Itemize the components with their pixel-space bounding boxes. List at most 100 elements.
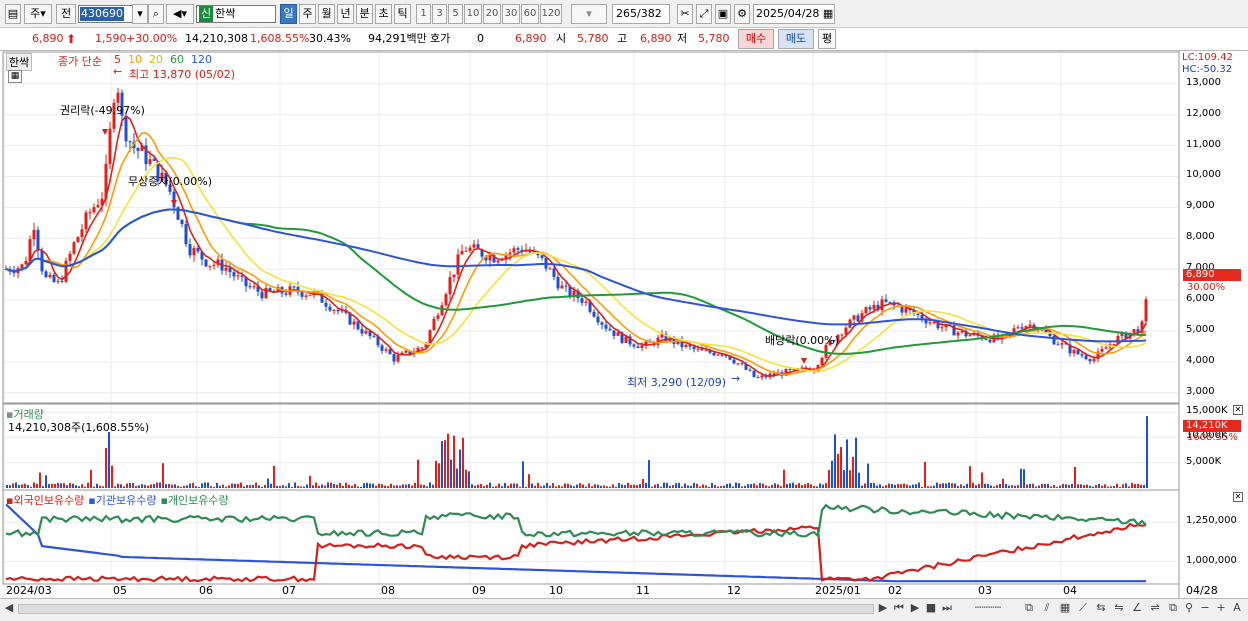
- sell-button[interactable]: 매도: [778, 29, 814, 49]
- crosshair-icon[interactable]: ⤢: [696, 4, 712, 24]
- fib-icon[interactable]: ⇆: [1094, 601, 1108, 615]
- scissors-icon[interactable]: ✂: [677, 4, 693, 24]
- ma-legend-20[interactable]: 20: [149, 53, 163, 66]
- table-icon[interactable]: ▦: [8, 70, 22, 83]
- grid-icon[interactable]: ▦: [1058, 601, 1072, 615]
- period-button-2[interactable]: 월: [318, 4, 335, 24]
- eval-button[interactable]: 평: [818, 29, 836, 49]
- interval-button-5[interactable]: 5: [448, 4, 463, 24]
- price-change: 1,590: [95, 32, 127, 45]
- sound-icon[interactable]: ◀▾: [166, 4, 194, 24]
- holding-legend-item-2[interactable]: ▪개인보유수량: [160, 494, 228, 507]
- volume-bar: [1122, 484, 1124, 488]
- stock-code-value: 430690: [80, 7, 124, 21]
- scrollbar-track[interactable]: [18, 604, 874, 614]
- volume-bar: [240, 482, 242, 488]
- volume-bar: [855, 437, 857, 488]
- volume-bar: [456, 468, 458, 488]
- copy-icon[interactable]: ⧉: [1166, 601, 1180, 615]
- zoom-out-icon[interactable]: −: [1198, 601, 1212, 615]
- period-button-0[interactable]: 일: [280, 4, 297, 24]
- code-dropdown-icon[interactable]: ▾: [132, 4, 148, 24]
- split-icon[interactable]: ⫽: [1040, 601, 1054, 615]
- trend-icon[interactable]: ⇋: [1112, 601, 1126, 615]
- rewind-icon[interactable]: ⏮: [892, 601, 906, 615]
- play-icon[interactable]: ▶: [908, 601, 922, 615]
- count-dropdown[interactable]: ▾: [571, 4, 607, 24]
- period-button-4[interactable]: 분: [356, 4, 373, 24]
- magnify-icon[interactable]: ⚲: [1182, 601, 1196, 615]
- candle-body: [228, 267, 232, 273]
- stock-name-field[interactable]: 신 한싹: [196, 5, 276, 23]
- volume-bar: [186, 485, 188, 488]
- volume-bar: [246, 484, 248, 488]
- volume-bar: [1101, 485, 1103, 488]
- ma-legend-10[interactable]: 10: [128, 53, 142, 66]
- count-field[interactable]: 265/382: [612, 4, 670, 24]
- zoom-box-icon[interactable]: ⧉: [1022, 601, 1036, 615]
- price-tick-label: 4,000: [1186, 354, 1215, 366]
- buy-button[interactable]: 매수: [738, 29, 774, 49]
- holding-tick-label: 1,000,000: [1186, 554, 1237, 566]
- scroll-left-icon[interactable]: ◀: [2, 601, 16, 615]
- volume-bar: [627, 482, 629, 488]
- period-button-1[interactable]: 주: [299, 4, 316, 24]
- volume-bar: [504, 483, 506, 488]
- zoom-in-icon[interactable]: +: [1214, 601, 1228, 615]
- fast-forward-icon[interactable]: ⏭: [940, 601, 954, 615]
- interval-button-60[interactable]: 60: [521, 4, 539, 24]
- volume-close-icon[interactable]: ✕: [1233, 405, 1243, 415]
- ma-legend-120[interactable]: 120: [191, 53, 212, 66]
- period-button-5[interactable]: 초: [375, 4, 392, 24]
- volume-bar: [867, 463, 869, 488]
- volume-bar: [219, 485, 221, 488]
- interval-button-30[interactable]: 30: [502, 4, 520, 24]
- interval-button-1[interactable]: 1: [416, 4, 431, 24]
- chart-menu-icon[interactable]: ▤: [5, 4, 21, 24]
- holding-legend-item-1[interactable]: ▪기관보유수량: [88, 494, 156, 507]
- period-type-select[interactable]: 주▾: [24, 4, 52, 24]
- measure-icon[interactable]: ⇌: [1148, 601, 1162, 615]
- interval-button-10[interactable]: 10: [464, 4, 482, 24]
- volume-bar: [534, 485, 536, 488]
- holding-close-icon[interactable]: ✕: [1233, 492, 1243, 502]
- volume-bar: [450, 459, 452, 488]
- stop-icon[interactable]: ■: [924, 601, 938, 615]
- interval-button-3[interactable]: 3: [432, 4, 447, 24]
- save-icon[interactable]: ▣: [715, 4, 731, 24]
- interval-button-20[interactable]: 20: [483, 4, 501, 24]
- period-button-6[interactable]: 틱: [394, 4, 411, 24]
- interval-button-120[interactable]: 120: [540, 4, 562, 24]
- volume-bar: [1017, 485, 1019, 488]
- gear-icon[interactable]: ⚙: [734, 4, 750, 24]
- holding-legend-item-0[interactable]: ▪외국인보유수량: [6, 494, 84, 507]
- date-picker[interactable]: 2025/04/28 ▦: [753, 4, 835, 24]
- volume-bar: [969, 466, 971, 488]
- volume-bar: [813, 486, 815, 488]
- candle-body: [404, 350, 408, 353]
- angle-icon[interactable]: ∠: [1130, 601, 1144, 615]
- volume-bar: [135, 485, 137, 488]
- ma-legend-60[interactable]: 60: [170, 53, 184, 66]
- zoom-slider[interactable]: ┄┄┄┄: [958, 601, 1018, 615]
- volume-bar: [990, 485, 992, 488]
- period-button-3[interactable]: 년: [337, 4, 354, 24]
- volume-bar: [60, 483, 62, 488]
- scroll-right-icon[interactable]: ▶: [876, 601, 890, 615]
- candle-body: [184, 223, 188, 245]
- volume-bar: [747, 484, 749, 488]
- volume-bar: [1002, 478, 1004, 488]
- candle-body: [872, 304, 876, 310]
- volume-bar: [519, 486, 521, 488]
- prev-button[interactable]: 전: [56, 4, 76, 24]
- chart-canvas[interactable]: [0, 51, 1248, 598]
- volume-bar: [834, 434, 836, 488]
- volume-bar: [774, 483, 776, 488]
- font-size-icon[interactable]: A: [1230, 601, 1244, 615]
- search-icon[interactable]: ⌕: [148, 4, 164, 24]
- line-tool-icon[interactable]: ⟋: [1076, 601, 1090, 615]
- volume-bar: [753, 483, 755, 488]
- volume-bar: [654, 484, 656, 488]
- candle-body: [880, 299, 884, 311]
- x-tick-label: 04: [1063, 584, 1077, 597]
